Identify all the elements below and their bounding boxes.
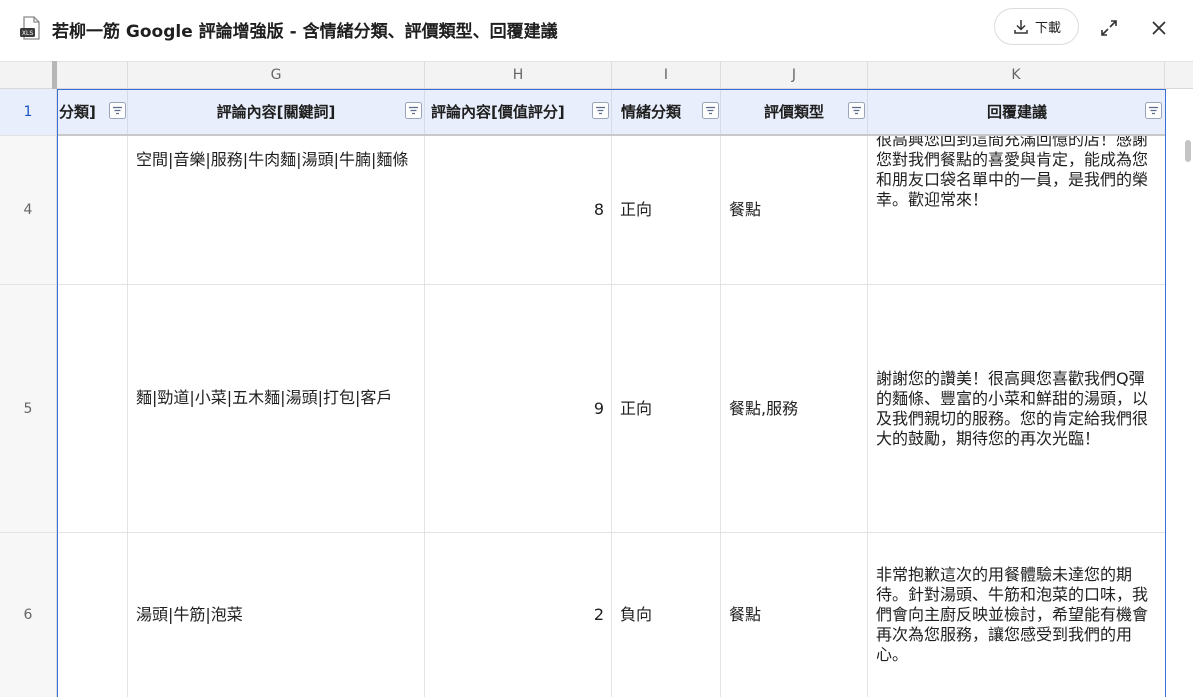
filter-icon[interactable] [848,102,865,119]
header-label: 回覆建議 [986,103,1047,121]
header-cell-review-type[interactable]: 評價類型 [721,89,868,134]
row-number[interactable]: 1 [0,89,57,136]
header-row: 分類] 評論內容[關鍵詞] 評論內容[價值評分] 情緒分類 評價類型 回覆建議 [57,89,1166,136]
header-label: 情緒分類 [621,103,682,121]
column-header-bar: G H I J K [0,61,1193,89]
filter-icon[interactable] [1145,102,1162,119]
download-button[interactable]: 下載 [994,8,1079,45]
score-value: 9 [593,398,604,418]
column-header-h[interactable]: H [425,62,612,89]
data-grid: 空間|音樂|服務|牛肉麵|湯頭|牛腩|麵條 8 正向 餐點 很高興您回到這間充滿… [57,136,1166,697]
table-cell-sentiment[interactable]: 正向 [612,285,721,532]
filter-icon[interactable] [592,102,609,119]
type-value: 餐點 [729,605,762,624]
keywords-text: 湯頭|牛筋|泡菜 [136,605,243,624]
table-cell-score[interactable]: 8 [425,136,612,284]
table-row: 湯頭|牛筋|泡菜 2 負向 餐點 非常抱歉這次的用餐體驗未達您的期待。針對湯頭、… [57,533,1166,697]
xls-file-icon: XLS [18,15,44,41]
filter-icon[interactable] [702,102,719,119]
table-cell-keywords[interactable]: 麵|勁道|小菜|五木麵|湯頭|打包|客戶 [128,285,425,532]
table-cell-keywords[interactable]: 空間|音樂|服務|牛肉麵|湯頭|牛腩|麵條 [128,136,425,284]
table-cell-reply[interactable]: 很高興您回到這間充滿回憶的店！感謝您對我們餐點的喜愛與肯定，能成為您和朋友口袋名… [868,136,1166,284]
table-cell-reply[interactable]: 謝謝您的讚美！很高興您喜歡我們Q彈的麵條、豐富的小菜和鮮甜的湯頭，以及我們親切的… [868,285,1166,532]
table-cell-score[interactable]: 2 [425,533,612,697]
table-cell-type[interactable]: 餐點 [721,136,868,284]
table-cell[interactable] [57,285,128,532]
row-number[interactable]: 6 [0,533,57,697]
filter-icon[interactable] [405,102,422,119]
header-cell-score[interactable]: 評論內容[價值評分] [425,89,612,134]
expand-icon [1101,20,1117,36]
document-title: 若柳一筋 Google 評論增強版 - 含情緒分類、評價類型、回覆建議 [52,22,558,42]
header-cell-reply[interactable]: 回覆建議 [868,89,1166,134]
keywords-text: 麵|勁道|小菜|五木麵|湯頭|打包|客戶 [136,388,393,407]
score-value: 8 [593,200,604,219]
corner-cell[interactable] [0,62,57,89]
table-cell-score[interactable]: 9 [425,285,612,532]
download-label: 下載 [1034,21,1061,36]
xls-badge: XLS [22,30,33,37]
table-cell-type[interactable]: 餐點,服務 [721,285,868,532]
sentiment-value: 負向 [620,605,653,624]
column-header-f[interactable] [57,62,128,89]
table-cell-reply[interactable]: 非常抱歉這次的用餐體驗未達您的期待。針對湯頭、牛筋和泡菜的口味，我們會向主廚反映… [868,533,1166,697]
keywords-text: 空間|音樂|服務|牛肉麵|湯頭|牛腩|麵條 [136,150,409,169]
table-cell[interactable] [57,136,128,284]
column-header-j[interactable]: J [721,62,868,89]
header-label: 評價類型 [763,103,824,121]
table-row: 空間|音樂|服務|牛肉麵|湯頭|牛腩|麵條 8 正向 餐點 很高興您回到這間充滿… [57,136,1166,285]
vertical-scrollbar[interactable] [1185,140,1191,162]
close-button[interactable] [1148,17,1170,39]
table-cell[interactable] [57,533,128,697]
table-row: 麵|勁道|小菜|五木麵|湯頭|打包|客戶 9 正向 餐點,服務 謝謝您的讚美！很… [57,285,1166,533]
sentiment-value: 正向 [620,398,653,418]
reply-text: 謝謝您的讚美！很高興您喜歡我們Q彈的麵條、豐富的小菜和鮮甜的湯頭，以及我們親切的… [876,368,1149,448]
column-header-g[interactable]: G [128,62,425,89]
expand-button[interactable] [1098,17,1120,39]
header-label: 分類] [59,103,96,121]
filter-icon[interactable] [109,102,126,119]
type-value: 餐點 [729,200,762,219]
table-cell-sentiment[interactable]: 正向 [612,136,721,284]
sentiment-value: 正向 [620,200,653,219]
download-icon [1014,19,1028,34]
reply-text: 很高興您回到這間充滿回憶的店！感謝您對我們餐點的喜愛與肯定，能成為您和朋友口袋名… [876,136,1149,209]
freeze-pane-handle[interactable] [52,61,57,89]
table-cell-type[interactable]: 餐點 [721,533,868,697]
header-cell-keywords[interactable]: 評論內容[關鍵詞] [128,89,425,134]
type-value: 餐點,服務 [729,398,799,418]
table-cell-sentiment[interactable]: 負向 [612,533,721,697]
row-number[interactable]: 5 [0,285,57,533]
title-bar: XLS 若柳一筋 Google 評論增強版 - 含情緒分類、評價類型、回覆建議 … [0,0,1193,61]
table-cell-keywords[interactable]: 湯頭|牛筋|泡菜 [128,533,425,697]
score-value: 2 [593,605,604,624]
header-label: 評論內容[價值評分] [431,103,565,121]
column-header-k[interactable]: K [868,62,1165,89]
header-label: 評論內容[關鍵詞] [216,103,336,121]
row-number[interactable]: 4 [0,136,57,285]
reply-text: 非常抱歉這次的用餐體驗未達您的期待。針對湯頭、牛筋和泡菜的口味，我們會向主廚反映… [876,565,1149,664]
close-icon [1152,21,1166,35]
column-header-i[interactable]: I [612,62,721,89]
